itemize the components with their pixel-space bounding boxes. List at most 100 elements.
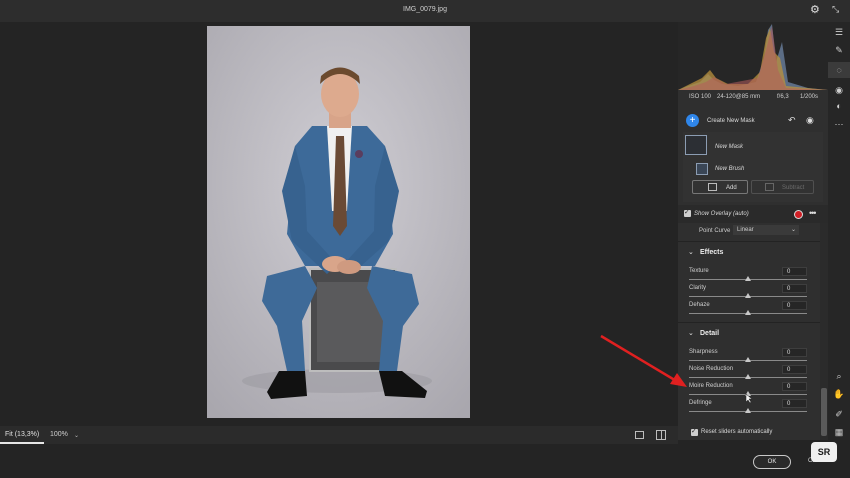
plus-icon[interactable]: + (686, 114, 699, 127)
reset-sliders-checkbox[interactable] (691, 427, 698, 436)
shutter-value: 1/200s (800, 94, 819, 100)
effects-title: Effects (700, 249, 724, 256)
window-title: IMG_0079.jpg (403, 6, 447, 13)
chevron-down-icon: ⌄ (688, 249, 694, 256)
slider-thumb[interactable] (745, 391, 751, 396)
defringe-slider-row: Defringe 0 (678, 399, 820, 416)
eye-icon[interactable]: ◉ (806, 115, 814, 126)
image-canvas[interactable] (0, 22, 678, 426)
more-tools-icon[interactable]: ⋯ (828, 116, 850, 132)
sharpness-slider-row: Sharpness 0 (678, 348, 820, 365)
detail-section-header[interactable]: ⌄ Detail (678, 328, 820, 342)
add-mask-icon (708, 183, 717, 191)
edit-panel: ISO 100 24-120@85 mm f/6,3 1/200s + Crea… (678, 22, 828, 440)
more-options-icon[interactable]: ••• (809, 208, 817, 218)
presets-icon[interactable]: ◐ (828, 98, 850, 114)
reset-sliders-row: Reset sliders automatically (678, 422, 820, 440)
chevron-down-icon: ⌄ (790, 227, 796, 233)
slider-value-input[interactable]: 0 (782, 348, 807, 357)
slider-value-input[interactable]: 0 (782, 267, 807, 276)
brush-item-label[interactable]: New Brush (715, 166, 744, 172)
slider-thumb[interactable] (745, 374, 751, 379)
add-button[interactable]: Add (692, 180, 748, 194)
slider-thumb[interactable] (745, 276, 751, 281)
slider-thumb[interactable] (745, 310, 751, 315)
mask-thumbnail[interactable] (685, 135, 707, 155)
chevron-down-icon: ⌄ (688, 330, 694, 337)
slider-label: Defringe (689, 400, 712, 406)
adjustments-scroll-area[interactable]: Point Curve Linear ⌄ ⌄ Effects Texture 0… (678, 223, 820, 440)
slider-label: Moire Reduction (689, 383, 733, 389)
overlay-color-swatch[interactable] (794, 210, 803, 219)
slider-value-input[interactable]: 0 (782, 382, 807, 391)
subtract-button[interactable]: Subtract (751, 180, 814, 194)
dialog-footer (0, 444, 850, 478)
point-curve-select[interactable]: Linear ⌄ (733, 225, 799, 235)
brush-icon[interactable] (696, 163, 708, 175)
subtract-mask-icon (765, 183, 774, 191)
canvas-bottom-bar: Fit (13,3%) 100% ⌄ (0, 426, 678, 444)
mask-header: + Create New Mask ↶ ◉ (678, 106, 828, 132)
scrollbar-thumb[interactable] (821, 388, 827, 436)
gear-icon[interactable]: ⚙ (810, 4, 822, 16)
histogram (678, 22, 828, 90)
slider-value-input[interactable]: 0 (782, 284, 807, 293)
point-curve-row: Point Curve Linear ⌄ (678, 225, 820, 237)
slider-label: Sharpness (689, 349, 718, 355)
title-bar: IMG_0079.jpg ⚙ ⤡ (0, 0, 850, 22)
slider-value-input[interactable]: 0 (782, 399, 807, 408)
chevron-down-icon[interactable]: ⌄ (74, 426, 84, 444)
clarity-slider-row: Clarity 0 (678, 284, 820, 301)
show-overlay-checkbox[interactable] (684, 208, 691, 217)
slider-value-input[interactable]: 0 (782, 365, 807, 374)
tool-strip: ☰ ✎ ◌ ◉ ◐ ⋯ ⌕ ✋ ✐ ▦ (828, 22, 850, 440)
crop-view-icon[interactable] (635, 431, 644, 439)
slider-label: Noise Reduction (689, 366, 734, 372)
subtract-button-label: Subtract (782, 185, 805, 191)
grid-icon[interactable]: ▦ (828, 424, 850, 440)
lens-value: 24-120@85 mm (717, 94, 761, 100)
undo-icon[interactable]: ↶ (788, 115, 796, 126)
noise-reduction-slider-row: Noise Reduction 0 (678, 365, 820, 382)
hand-icon[interactable]: ✋ (828, 386, 850, 402)
collapse-window-icon[interactable]: ⤡ (832, 4, 844, 16)
slider-value-input[interactable]: 0 (782, 301, 807, 310)
eyedropper-icon[interactable]: ✐ (828, 406, 850, 422)
zoom-100-button[interactable]: 100% (46, 426, 74, 444)
zoom-icon[interactable]: ⌕ (828, 368, 850, 384)
photo-preview (207, 26, 470, 418)
aperture-value: f/6,3 (777, 94, 789, 100)
mask-list: New Mask New Brush Add Subtract (683, 132, 823, 202)
moire-reduction-slider-row: Moire Reduction 0 (678, 382, 820, 399)
show-overlay-label: Show Overlay (auto) (694, 211, 749, 217)
reset-sliders-label: Reset sliders automatically (701, 429, 773, 435)
point-curve-value: Linear (737, 227, 754, 233)
slider-label: Dehaze (689, 302, 710, 308)
detail-title: Detail (700, 330, 720, 337)
point-curve-label: Point Curve (699, 228, 731, 234)
healing-brush-icon[interactable]: ✎ (828, 42, 850, 58)
overlay-row: Show Overlay (auto) ••• (678, 205, 828, 223)
iso-value: ISO 100 (689, 94, 712, 100)
panel-scrollbar[interactable] (820, 223, 828, 440)
watermark-logo: SR (811, 442, 837, 462)
red-eye-icon[interactable]: ◉ (828, 82, 850, 98)
create-new-mask-button[interactable]: Create New Mask (707, 118, 755, 124)
effects-section-header[interactable]: ⌄ Effects (678, 247, 820, 261)
edit-sliders-icon[interactable]: ☰ (828, 24, 850, 40)
masking-icon[interactable]: ◌ (828, 62, 850, 78)
ok-button[interactable]: OK (753, 455, 791, 469)
slider-label: Texture (689, 268, 709, 274)
mask-item-label[interactable]: New Mask (715, 144, 743, 150)
before-after-icon[interactable] (656, 430, 666, 440)
slider-label: Clarity (689, 285, 707, 291)
slider-thumb[interactable] (745, 293, 751, 298)
dehaze-slider-row: Dehaze 0 (678, 301, 820, 318)
camera-info: ISO 100 24-120@85 mm f/6,3 1/200s (678, 92, 828, 104)
add-button-label: Add (726, 185, 737, 191)
slider-thumb[interactable] (745, 408, 751, 413)
slider-thumb[interactable] (745, 357, 751, 362)
fit-zoom-button[interactable]: Fit (13,3%) (0, 426, 44, 444)
texture-slider-row: Texture 0 (678, 267, 820, 284)
section-divider (678, 322, 820, 323)
